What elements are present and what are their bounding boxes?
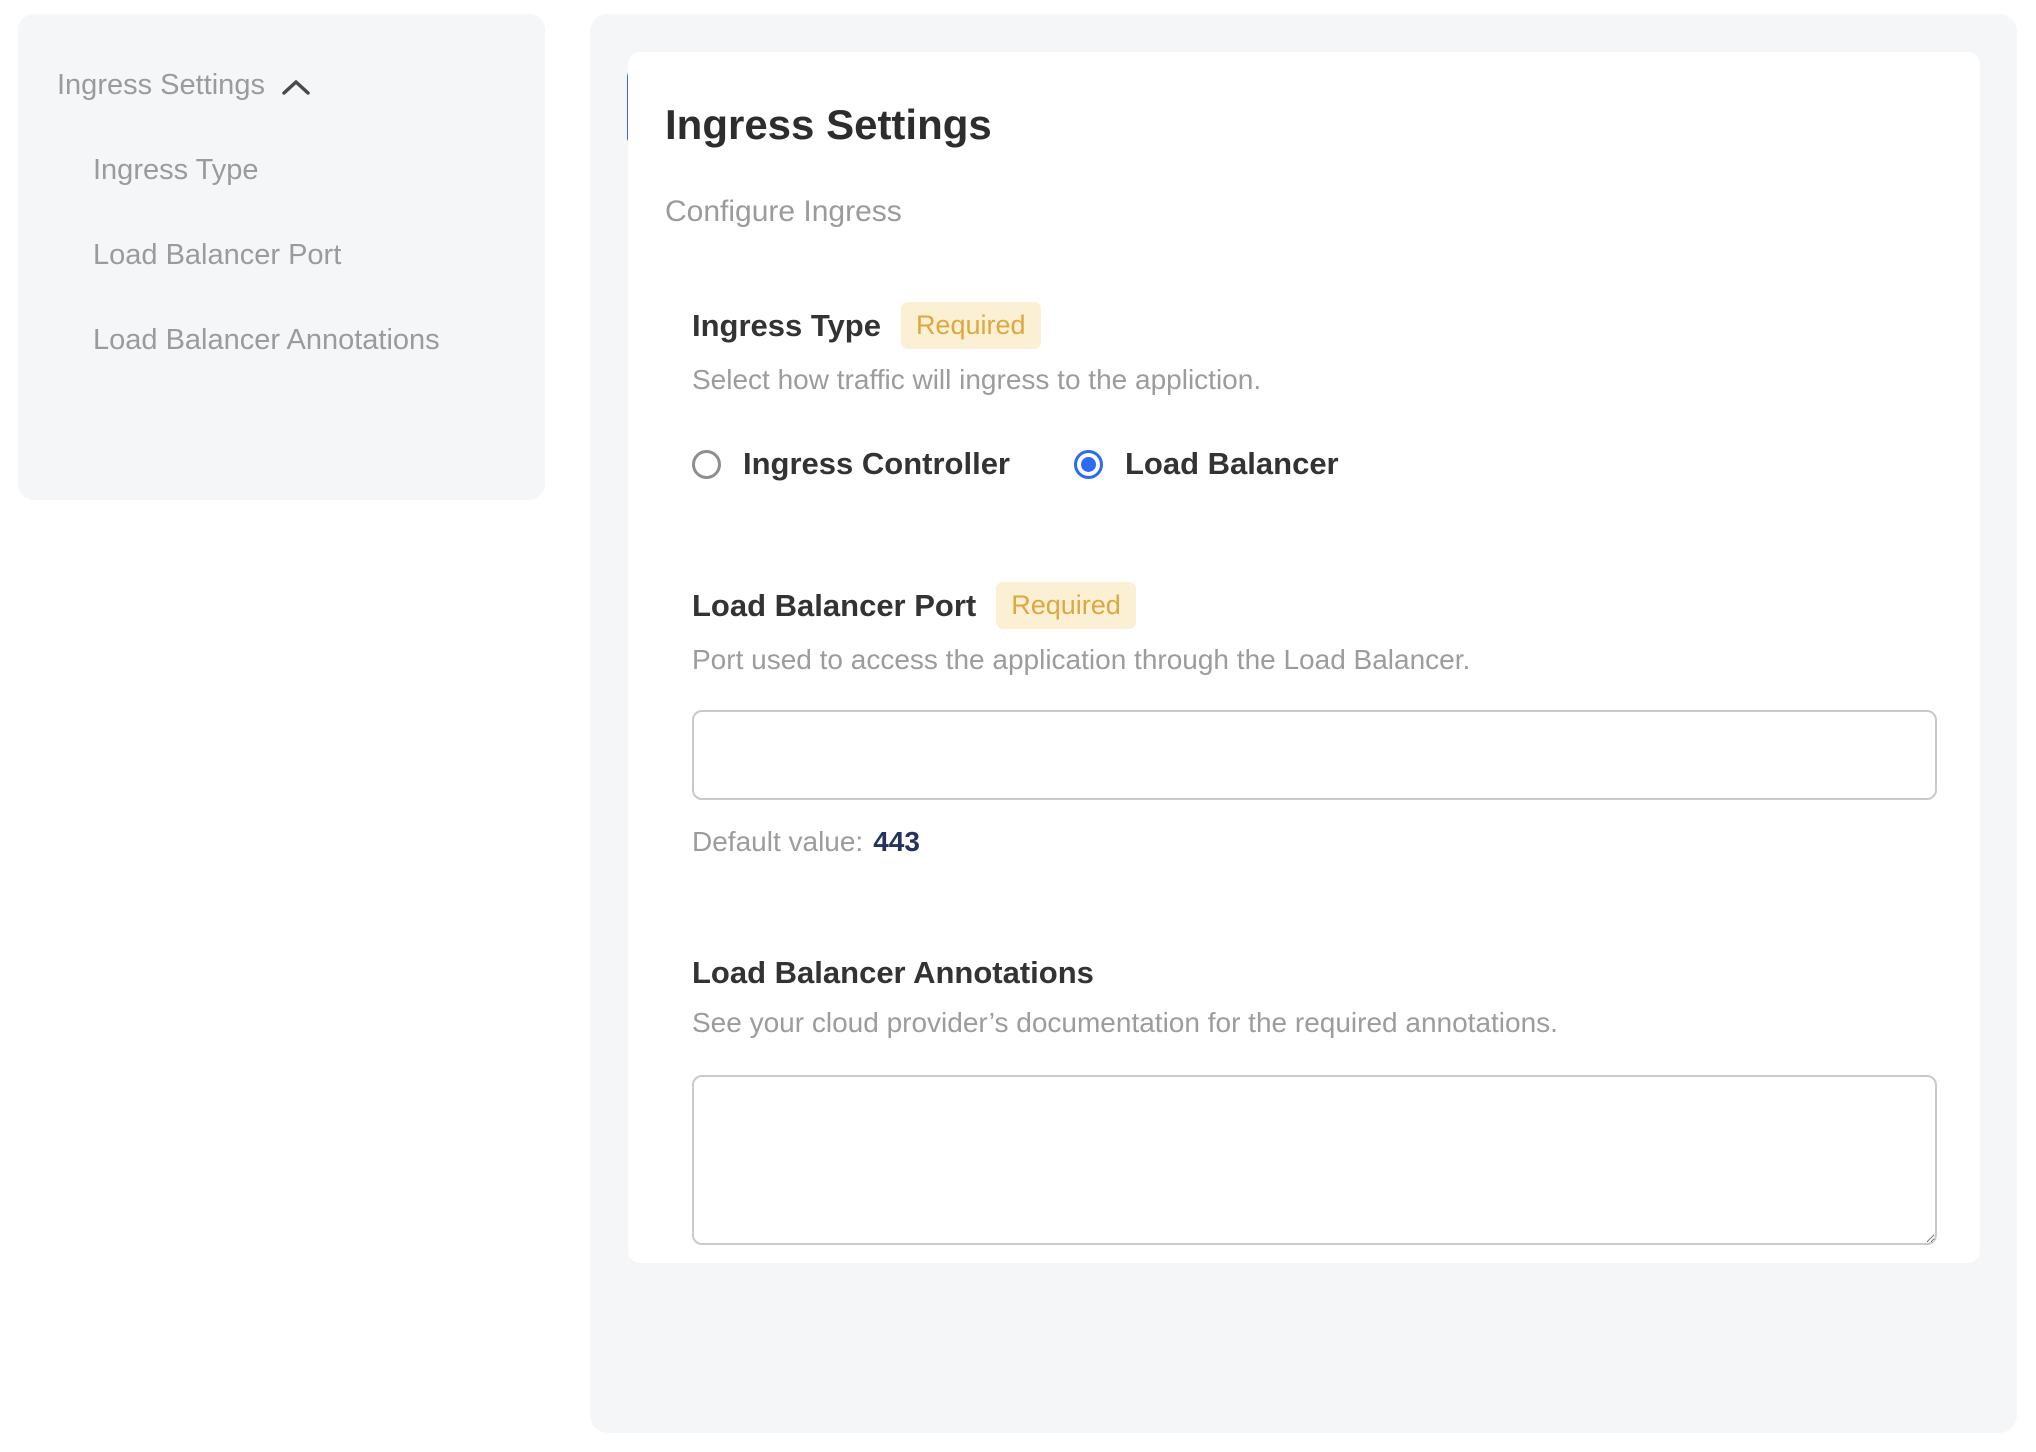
radio-option-ingress-controller[interactable]: Ingress Controller <box>692 446 1010 482</box>
default-value: 443 <box>873 826 920 857</box>
load-balancer-annotations-textarea[interactable] <box>692 1075 1937 1245</box>
load-balancer-port-input[interactable] <box>692 710 1937 800</box>
config-panel: Ingress Settings Configure Ingress Ingre… <box>590 14 2017 1433</box>
default-value-label: Default value: <box>692 826 863 857</box>
default-value-row: Default value: 443 <box>692 826 1935 858</box>
radio-button-icon[interactable] <box>692 450 721 479</box>
ingress-type-heading: Ingress Type <box>692 307 881 345</box>
radio-option-load-balancer[interactable]: Load Balancer <box>1074 446 1339 482</box>
section-load-balancer-port: Load Balancer Port Required Port used to… <box>692 582 1935 858</box>
page-subtitle: Configure Ingress <box>665 194 1935 230</box>
load-balancer-port-heading: Load Balancer Port <box>692 587 976 625</box>
radio-option-label: Load Balancer <box>1125 446 1339 482</box>
section-load-balancer-annotations: Load Balancer Annotations See your cloud… <box>692 954 1935 1245</box>
sidebar-item-load-balancer-port[interactable]: Load Balancer Port <box>93 220 453 290</box>
sidebar-item-ingress-type[interactable]: Ingress Type <box>93 135 453 205</box>
ingress-type-options: Ingress Controller Load Balancer <box>692 446 1935 482</box>
ingress-type-help: Select how traffic will ingress to the a… <box>692 363 1935 396</box>
page-title: Ingress Settings <box>665 100 1935 150</box>
sidebar: Ingress Settings Ingress Type Load Balan… <box>18 14 545 500</box>
config-card: Ingress Settings Configure Ingress Ingre… <box>628 52 1980 1263</box>
sidebar-group-ingress-settings[interactable]: Ingress Settings <box>57 50 505 120</box>
section-heading-row: Ingress Type Required <box>692 302 1935 349</box>
load-balancer-annotations-heading: Load Balancer Annotations <box>692 954 1094 992</box>
config-sections: Ingress Type Required Select how traffic… <box>692 302 1935 1245</box>
sidebar-group-label: Ingress Settings <box>57 69 265 102</box>
required-badge: Required <box>996 582 1136 629</box>
chevron-up-icon <box>281 78 311 96</box>
section-ingress-type: Ingress Type Required Select how traffic… <box>692 302 1935 482</box>
sidebar-nav: Ingress Type Load Balancer Port Load Bal… <box>93 135 505 375</box>
section-heading-row: Load Balancer Annotations <box>692 954 1935 992</box>
section-heading-row: Load Balancer Port Required <box>692 582 1935 629</box>
load-balancer-port-help: Port used to access the application thro… <box>692 643 1935 676</box>
sidebar-item-load-balancer-annotations[interactable]: Load Balancer Annotations <box>93 305 453 375</box>
radio-option-label: Ingress Controller <box>743 446 1010 482</box>
required-badge: Required <box>901 302 1041 349</box>
load-balancer-annotations-help: See your cloud provider’s documentation … <box>692 1006 1935 1039</box>
radio-button-icon[interactable] <box>1074 450 1103 479</box>
